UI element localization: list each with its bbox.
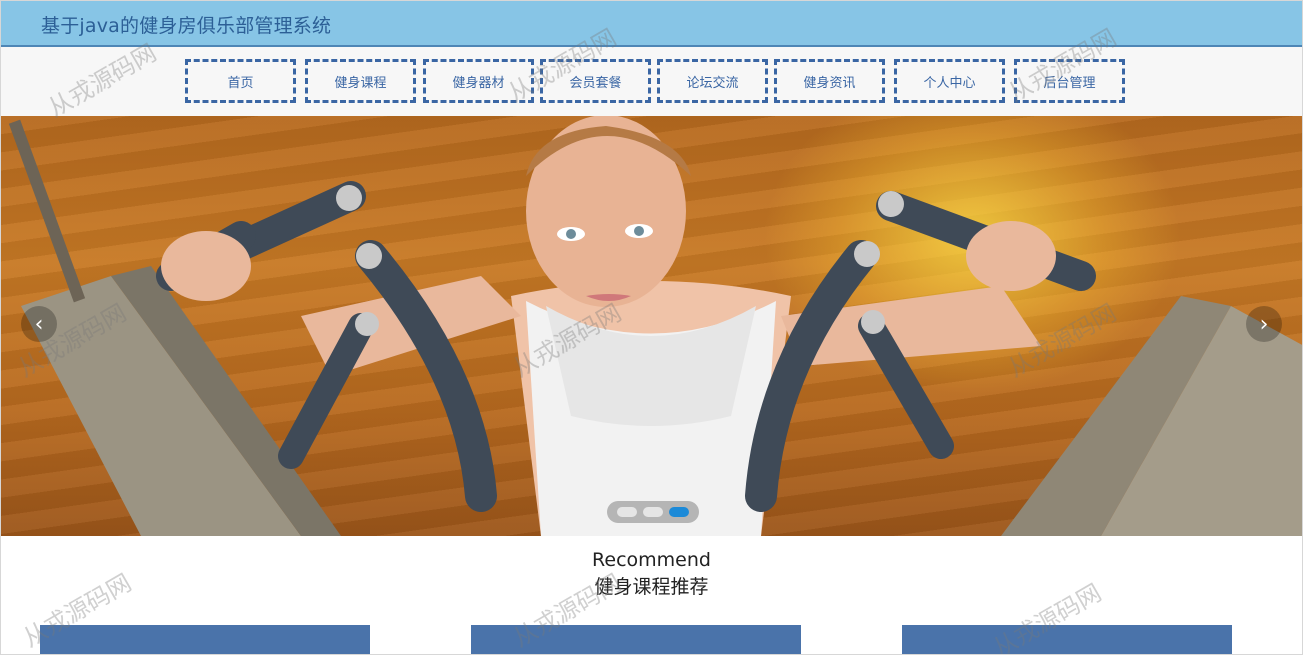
hero-carousel: ‹ › <box>1 116 1302 536</box>
page: 基于java的健身房俱乐部管理系统 首页 健身课程 健身器材 会员套餐 论坛交流… <box>0 0 1303 655</box>
chevron-left-icon: ‹ <box>34 311 44 337</box>
carousel-dot-1[interactable] <box>617 507 637 517</box>
nav-item-news[interactable]: 健身资讯 <box>774 59 885 103</box>
nav-item-home[interactable]: 首页 <box>185 59 296 103</box>
gym-photo <box>8 116 1302 536</box>
chevron-right-icon: › <box>1259 311 1269 337</box>
nav-item-forum[interactable]: 论坛交流 <box>657 59 768 103</box>
nav-item-membership[interactable]: 会员套餐 <box>540 59 651 103</box>
course-card-1[interactable] <box>40 625 370 654</box>
course-card-2[interactable] <box>471 625 801 654</box>
recommend-title-en: Recommend <box>592 549 711 571</box>
nav-item-equipment[interactable]: 健身器材 <box>423 59 534 103</box>
carousel-next-button[interactable]: › <box>1246 306 1282 342</box>
carousel-indicators <box>607 501 699 523</box>
recommend-heading: Recommend 健身课程推荐 <box>1 547 1302 601</box>
nav-item-courses[interactable]: 健身课程 <box>305 59 416 103</box>
carousel-dot-2[interactable] <box>643 507 663 517</box>
recommend-title-cn: 健身课程推荐 <box>594 576 709 598</box>
nav-item-profile[interactable]: 个人中心 <box>894 59 1005 103</box>
nav-item-admin[interactable]: 后台管理 <box>1014 59 1125 103</box>
site-title: 基于java的健身房俱乐部管理系统 <box>41 15 332 37</box>
site-header: 基于java的健身房俱乐部管理系统 <box>1 1 1302 47</box>
course-card-3[interactable] <box>902 625 1232 654</box>
carousel-dot-3[interactable] <box>669 507 689 517</box>
carousel-prev-button[interactable]: ‹ <box>21 306 57 342</box>
main-nav: 首页 健身课程 健身器材 会员套餐 论坛交流 健身资讯 个人中心 后台管理 <box>1 47 1302 116</box>
